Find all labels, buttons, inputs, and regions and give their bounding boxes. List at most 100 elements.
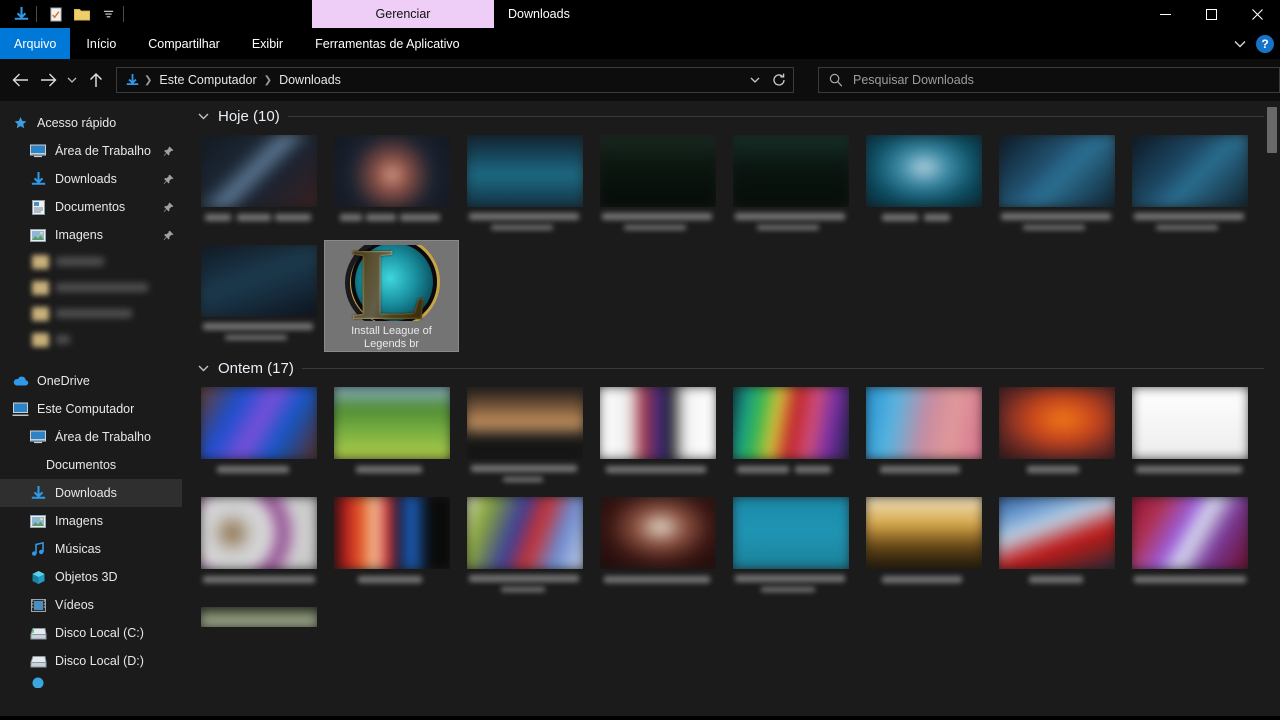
file-name-redacted [1134,574,1246,596]
thumbnail [334,387,450,459]
vertical-scrollbar[interactable] [1264,101,1280,716]
sidebar-item-partial[interactable] [0,675,182,689]
file-name-redacted [203,322,315,344]
sidebar-item-downloads-pc[interactable]: Downloads [0,479,182,507]
tab-exibir[interactable]: Exibir [236,28,299,59]
file-tile[interactable] [192,493,325,603]
properties-icon[interactable] [43,2,69,26]
file-name-redacted [735,464,847,486]
chevron-down-icon[interactable] [196,113,210,120]
file-tile[interactable] [325,131,458,241]
group-header-ontem[interactable]: Ontem (17) [192,353,1280,383]
help-icon[interactable]: ? [1256,35,1274,53]
forward-button[interactable] [34,65,62,95]
tab-ferramentas-de-aplicativo[interactable]: Ferramentas de Aplicativo [299,28,476,59]
contextual-tab-group-label[interactable]: Gerenciar [312,0,494,28]
minimize-button[interactable] [1142,0,1188,28]
file-tile[interactable] [990,383,1123,493]
sidebar-item-acesso-rapido[interactable]: Acesso rápido [0,109,182,137]
file-list-view[interactable]: Hoje (10) [182,101,1280,716]
file-tile[interactable] [1123,131,1256,241]
music-icon [28,539,48,559]
file-tile[interactable] [990,131,1123,241]
sidebar-item-documentos-qa[interactable]: Documentos [0,193,182,221]
file-tile[interactable] [192,131,325,241]
file-tile[interactable] [724,493,857,603]
file-tile[interactable] [192,383,325,493]
search-box[interactable]: Pesquisar Downloads [818,67,1280,93]
chevron-down-icon[interactable] [1226,30,1254,58]
file-tile[interactable] [591,493,724,603]
file-tile[interactable] [458,131,591,241]
pin-icon[interactable] [163,146,174,157]
sidebar-item-disco-local-d[interactable]: Disco Local (D:) [0,647,182,675]
sidebar-item-area-de-trabalho-pc[interactable]: Área de Trabalho [0,423,182,451]
sidebar-item-este-computador[interactable]: Este Computador [0,395,182,423]
pin-icon[interactable] [163,202,174,213]
file-tile[interactable] [1123,383,1256,493]
close-button[interactable] [1234,0,1280,28]
tab-compartilhar[interactable]: Compartilhar [132,28,236,59]
thumbnail [600,497,716,569]
sidebar-item-label: Documentos [55,200,125,214]
breadcrumb-item-este-computador[interactable]: Este Computador [153,73,262,87]
sidebar-redacted-items[interactable] [0,251,182,365]
maximize-button[interactable] [1188,0,1234,28]
breadcrumb-item-downloads[interactable]: Downloads [273,73,347,87]
pin-icon[interactable] [163,174,174,185]
sidebar-item-objetos-3d[interactable]: Objetos 3D [0,563,182,591]
new-folder-icon[interactable] [69,2,95,26]
back-button[interactable] [6,65,34,95]
file-tile-selected[interactable]: L Install League of Legends br [325,241,458,351]
scrollbar-thumb[interactable] [1267,107,1277,153]
objects3d-icon [28,567,48,587]
sidebar-item-onedrive[interactable]: OneDrive [0,367,182,395]
group-header-hoje[interactable]: Hoje (10) [192,101,1280,131]
navigation-pane[interactable]: Acesso rápido Área de Trabalho Downloads [0,101,182,716]
downloads-icon[interactable] [8,2,34,26]
sidebar-item-area-de-trabalho-qa[interactable]: Área de Trabalho [0,137,182,165]
sidebar-item-label: OneDrive [37,374,90,388]
file-tile[interactable] [990,493,1123,603]
file-tile[interactable] [325,383,458,493]
file-name-redacted [868,464,980,486]
sidebar-item-imagens-qa[interactable]: Imagens [0,221,182,249]
file-tile[interactable] [724,383,857,493]
recent-locations-button[interactable] [62,65,82,95]
file-tile[interactable] [325,493,458,603]
file-tile[interactable] [1123,493,1256,603]
window-controls [1142,0,1280,28]
file-tile[interactable] [857,493,990,603]
tab-arquivo[interactable]: Arquivo [0,28,70,59]
sidebar-item-downloads-qa[interactable]: Downloads [0,165,182,193]
breadcrumb-separator-1[interactable]: ❯ [263,75,273,86]
file-tile[interactable] [857,131,990,241]
file-tile[interactable] [591,131,724,241]
file-tile[interactable] [192,603,325,627]
chevron-down-icon[interactable] [196,365,210,372]
file-tile[interactable] [857,383,990,493]
search-input[interactable]: Pesquisar Downloads [853,73,974,87]
file-tile[interactable] [591,383,724,493]
sidebar-item-disco-local-c[interactable]: Disco Local (C:) [0,619,182,647]
file-tile[interactable] [192,241,325,351]
thumbnail [866,497,982,569]
address-dropdown-icon[interactable] [743,68,767,92]
thumbnail [201,135,317,207]
customize-qat-icon[interactable] [95,2,121,26]
sidebar-item-imagens-pc[interactable]: Imagens [0,507,182,535]
file-tile[interactable] [458,493,591,603]
tab-inicio[interactable]: Início [70,28,132,59]
sidebar-item-documentos-pc[interactable]: Documentos [0,451,182,479]
pin-icon[interactable] [163,230,174,241]
up-button[interactable] [82,65,110,95]
sidebar-item-musicas[interactable]: Músicas [0,535,182,563]
file-tile[interactable] [458,383,591,493]
thumbnail [467,497,583,569]
file-name-redacted [469,464,581,486]
refresh-icon[interactable] [767,68,791,92]
sidebar-item-label: Vídeos [55,598,94,612]
file-tile[interactable] [724,131,857,241]
address-bar[interactable]: ❯ Este Computador ❯ Downloads [116,67,794,93]
sidebar-item-videos[interactable]: Vídeos [0,591,182,619]
